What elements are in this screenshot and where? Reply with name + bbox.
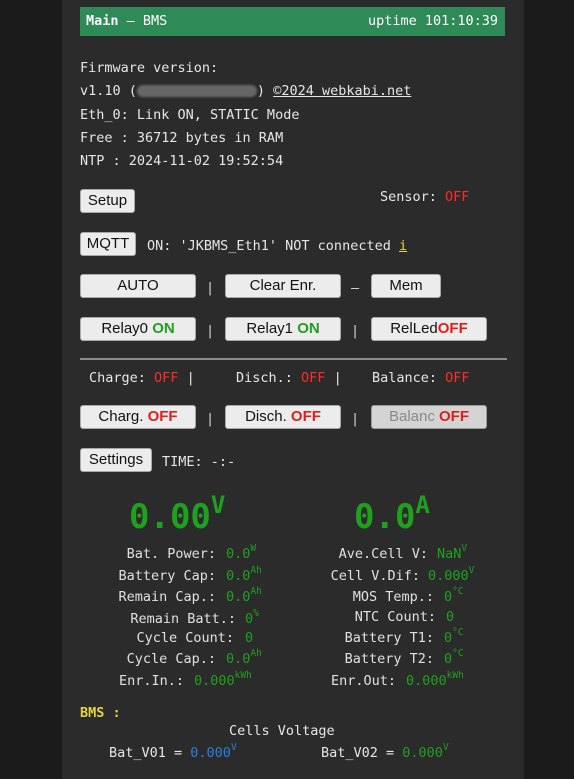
separator: | xyxy=(206,411,215,427)
stat-label: Battery Cap: xyxy=(118,568,216,584)
time-display: TIME: -:- xyxy=(162,454,236,470)
copyright-link[interactable]: ©2024 webkabi.net xyxy=(273,83,411,99)
current-display: 0.0A xyxy=(354,491,430,537)
settings-button[interactable]: Settings xyxy=(80,448,152,472)
stat-label: Enr.Out: xyxy=(330,673,396,689)
cell-voltage-value: 0.000V xyxy=(402,742,449,761)
setup-button[interactable]: Setup xyxy=(80,189,135,213)
stat-value: 0.0W xyxy=(226,543,257,562)
stat-value: 0.000V xyxy=(428,565,475,584)
separator: | xyxy=(351,411,360,427)
cell-voltage-value: 0.000V xyxy=(190,742,237,761)
relled-button[interactable]: RelLedOFF xyxy=(371,317,487,341)
stat-label: Cell V.Dif: xyxy=(330,568,420,584)
discharge-button[interactable]: Disch. OFF xyxy=(225,405,341,429)
relay0-button[interactable]: Relay0 ON xyxy=(80,317,196,341)
page-title: Main – BMS xyxy=(86,13,168,29)
stat-label: Ave.Cell V: xyxy=(338,546,428,562)
stat-label: Enr.In.: xyxy=(118,673,184,689)
discharge-state: OFF xyxy=(290,408,321,425)
divider xyxy=(80,358,507,360)
firmware-version: v1.10 () ©2024 webkabi.net xyxy=(80,83,412,99)
stat-label: Cycle Cap.: xyxy=(126,651,216,667)
stat-label: MOS Temp.: xyxy=(352,589,434,605)
stat-label: Bat. Power: xyxy=(126,546,216,562)
info-icon[interactable]: i xyxy=(399,238,407,254)
separator: | xyxy=(351,323,360,339)
relay0-state: ON xyxy=(152,320,175,337)
stat-value: 0.0Ah xyxy=(226,586,262,605)
stat-value: 0 xyxy=(446,609,455,625)
stat-value: 0.0Ah xyxy=(226,565,262,584)
uptime: uptime 101:10:39 xyxy=(367,13,498,29)
stat-label: Remain Batt.: xyxy=(130,611,236,627)
stat-value: 0°C xyxy=(444,648,464,667)
stat-value: 0.0Ah xyxy=(226,648,262,667)
sensor-status: Sensor: OFF xyxy=(380,189,470,205)
stat-label: Cycle Count: xyxy=(136,630,234,646)
balance-state: OFF xyxy=(439,408,470,425)
cell-voltage-row: Bat_V02 = 0.000V xyxy=(321,742,449,761)
eth-status: Eth_0: Link ON, STATIC Mode xyxy=(80,107,300,123)
stat-value: 0.000kWh xyxy=(194,670,252,689)
cell-voltage-row: Bat_V01 = 0.000V xyxy=(109,742,237,761)
stat-label: Remain Cap.: xyxy=(118,589,216,605)
mqtt-status: ON: 'JKBMS_Eth1' NOT connected i xyxy=(147,238,408,254)
separator: | xyxy=(206,323,215,339)
stat-value: 0 xyxy=(245,630,254,646)
stat-value: 0.000kWh xyxy=(406,670,464,689)
firmware-label: Firmware version: xyxy=(80,60,219,76)
ntp-time: NTP : 2024-11-02 19:52:54 xyxy=(80,153,284,169)
charge-button[interactable]: Charg. OFF xyxy=(80,405,196,429)
relay1-state: ON xyxy=(297,320,320,337)
stat-value: 0°C xyxy=(444,586,464,605)
charge-state: OFF xyxy=(147,408,178,425)
stat-value: 0°C xyxy=(444,627,464,646)
stat-label: Battery T1: xyxy=(344,630,434,646)
separator: – xyxy=(351,280,360,296)
relled-state: OFF xyxy=(437,320,468,337)
balance-status: Balance: OFF xyxy=(372,370,470,386)
balance-button[interactable]: Balanc OFF xyxy=(371,405,487,429)
separator: | xyxy=(206,280,215,296)
relay1-button[interactable]: Relay1 ON xyxy=(225,317,341,341)
stat-label: NTC Count: xyxy=(354,609,436,625)
stat-value: NaNV xyxy=(437,543,468,562)
header-bar: Main – BMS uptime 101:10:39 xyxy=(80,7,505,36)
voltage-display: 0.00V xyxy=(129,491,226,537)
charge-status: Charge: OFF | xyxy=(89,370,195,386)
stat-value: 0% xyxy=(245,608,259,627)
redacted-region xyxy=(136,85,257,97)
discharge-status: Disch.: OFF | xyxy=(236,370,342,386)
auto-button[interactable]: AUTO xyxy=(80,274,196,298)
clear-energy-button[interactable]: Clear Enr. xyxy=(225,274,341,298)
mem-button[interactable]: Mem xyxy=(371,274,441,298)
stat-label: Battery T2: xyxy=(344,651,434,667)
mqtt-button[interactable]: MQTT xyxy=(80,232,136,256)
free-ram: Free : 36712 bytes in RAM xyxy=(80,130,284,146)
cells-voltage-title: Cells Voltage xyxy=(229,723,335,739)
bms-label: BMS : xyxy=(80,705,121,721)
